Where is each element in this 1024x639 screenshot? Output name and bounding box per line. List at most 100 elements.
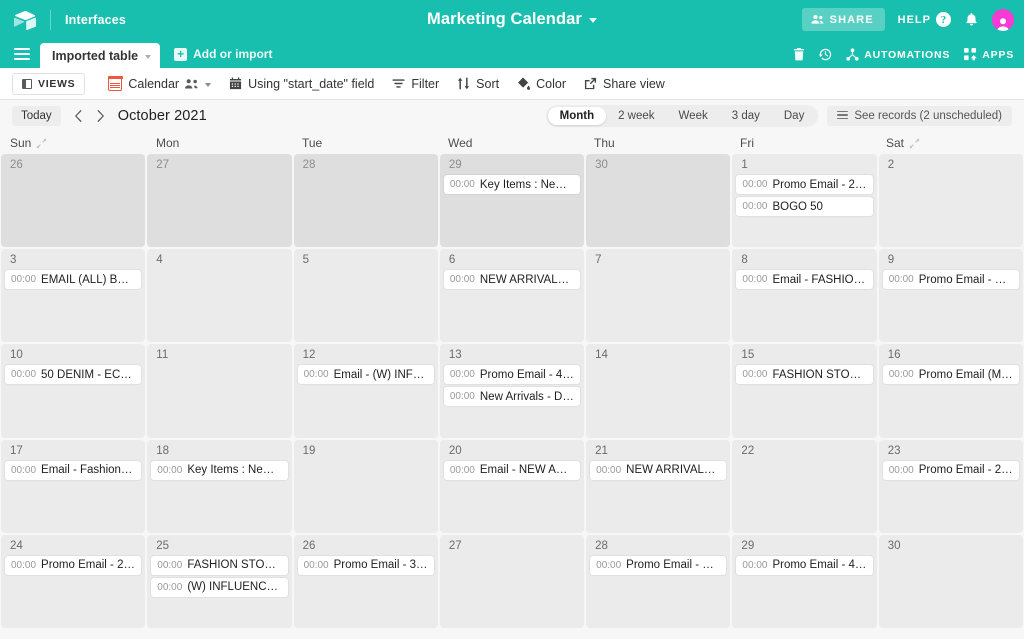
calendar-event[interactable]: 00:00Promo Email - 40... [444, 365, 580, 384]
calendar-day-cell[interactable]: 1700:00Email - Fashion St... [1, 440, 145, 533]
notification-bell-icon[interactable] [964, 12, 979, 27]
mode-3day[interactable]: 3 day [720, 107, 772, 125]
calendar-event[interactable]: 00:00Email - NEW ARRI... [444, 461, 580, 480]
calendar-event[interactable]: 00:00Promo Email - 25... [883, 461, 1019, 480]
share-view-button[interactable]: Share view [575, 73, 674, 95]
calendar-day-cell[interactable]: 19 [294, 440, 438, 533]
calendar-event[interactable]: 00:00Promo Email - OU... [590, 556, 726, 575]
calendar-event[interactable]: 00:00EMAIL (ALL) BOG... [5, 270, 141, 289]
avatar[interactable] [992, 9, 1014, 31]
calendar-event[interactable]: 00:00FASHION STORY: ... [736, 365, 872, 384]
question-circle-icon[interactable]: ? [936, 12, 951, 27]
calendar-day-cell[interactable]: 30 [879, 535, 1023, 628]
calendar-day-cell[interactable]: 1000:0050 DENIM - ECO... [1, 344, 145, 437]
calendar-day-cell[interactable]: 1800:00Key Items : New A... [147, 440, 291, 533]
share-button[interactable]: SHARE [802, 8, 885, 31]
calendar-day-cell[interactable]: 1200:00Email - (W) INFLU... [294, 344, 438, 437]
history-clock-icon[interactable] [819, 48, 832, 61]
calendar-event[interactable]: 00:00Promo Email - OU... [883, 270, 1019, 289]
calendar-day-cell[interactable]: 2000:00Email - NEW ARRI... [440, 440, 584, 533]
apps-button[interactable]: APPS [964, 48, 1014, 61]
calendar-day-cell[interactable]: 1300:00Promo Email - 40...00:00New Arriv… [440, 344, 584, 437]
calendar-event[interactable]: 00:00Email - FASHION ... [736, 270, 872, 289]
calendar-day-cell[interactable]: 5 [294, 249, 438, 342]
chevron-down-icon[interactable] [145, 55, 151, 59]
event-title: Email - NEW ARRI... [480, 464, 574, 476]
calendar-day-cell[interactable]: 2900:00Promo Email - 40... [732, 535, 876, 628]
automations-button[interactable]: AUTOMATIONS [846, 48, 950, 61]
current-view-selector[interactable]: Calendar [99, 73, 220, 95]
calendar-day-cell[interactable]: 2800:00Promo Email - OU... [586, 535, 730, 628]
calendar-event[interactable]: 00:00Key Items : New A... [151, 461, 287, 480]
calendar-day-cell[interactable]: 2100:00NEW ARRIVALS (M) [586, 440, 730, 533]
day-number: 27 [449, 540, 580, 552]
interfaces-link[interactable]: Interfaces [65, 13, 126, 27]
chevron-down-icon[interactable] [205, 83, 211, 87]
filter-button[interactable]: Filter [383, 73, 448, 95]
calendar-event[interactable]: 00:00Promo Email - 30... [298, 556, 434, 575]
calendar-day-cell[interactable]: 2500:00FASHION STORY: ...00:00(W) INFLUE… [147, 535, 291, 628]
calendar-day-cell[interactable]: 7 [586, 249, 730, 342]
chevron-left-icon[interactable] [69, 106, 89, 126]
calendar-day-cell[interactable]: 26 [1, 154, 145, 247]
help-button[interactable]: HELP ? [898, 12, 951, 27]
calendar-day-cell[interactable]: 300:00EMAIL (ALL) BOG... [1, 249, 145, 342]
calendar-day-cell[interactable]: 2400:00Promo Email - 25... [1, 535, 145, 628]
calendar-event[interactable]: 00:00BOGO 50 [736, 197, 872, 216]
calendar-day-cell[interactable]: 2900:00Key Items : New A... [440, 154, 584, 247]
mode-month[interactable]: Month [548, 107, 606, 125]
resize-handle-icon[interactable] [909, 138, 920, 149]
calendar-day-cell[interactable]: 1500:00FASHION STORY: ... [732, 344, 876, 437]
calendar-event[interactable]: 00:00Promo Email - 40... [736, 556, 872, 575]
chevron-down-icon[interactable] [589, 18, 597, 23]
calendar-event[interactable]: 00:00(W) INFLUENCERS [151, 578, 287, 597]
sort-button[interactable]: Sort [448, 73, 508, 95]
calendar-day-cell[interactable]: 800:00Email - FASHION ... [732, 249, 876, 342]
calendar-event[interactable]: 00:00Email - Fashion St... [5, 461, 141, 480]
calendar-day-cell[interactable]: 27 [440, 535, 584, 628]
calendar-event[interactable]: 00:00Key Items : New A... [444, 175, 580, 194]
mode-2week[interactable]: 2 week [606, 107, 666, 125]
calendar-event[interactable]: 00:00Promo Email (M) -... [883, 365, 1019, 384]
calendar-event[interactable]: 00:00New Arrivals - De... [444, 387, 580, 406]
today-button[interactable]: Today [12, 106, 61, 126]
views-button[interactable]: VIEWS [12, 73, 85, 95]
calendar-day-cell[interactable]: 28 [294, 154, 438, 247]
page-title[interactable]: Marketing Calendar [427, 10, 582, 29]
calendar-event[interactable]: 00:00NEW ARRIVALS (M) [444, 270, 580, 289]
calendar-day-cell[interactable]: 2600:00Promo Email - 30... [294, 535, 438, 628]
calendar-day-cell[interactable]: 11 [147, 344, 291, 437]
calendar-event[interactable]: 00:00NEW ARRIVALS (M) [590, 461, 726, 480]
tab-imported-table[interactable]: Imported table [40, 43, 160, 68]
color-button[interactable]: Color [508, 73, 575, 95]
mode-day[interactable]: Day [772, 107, 816, 125]
calendar-day-cell[interactable]: 27 [147, 154, 291, 247]
see-records-button[interactable]: See records (2 unscheduled) [827, 106, 1012, 126]
calendar-day-cell[interactable]: 1600:00Promo Email (M) -... [879, 344, 1023, 437]
resize-handle-icon[interactable] [36, 138, 47, 149]
calendar-day-cell[interactable]: 100:00Promo Email - 25...00:00BOGO 50 [732, 154, 876, 247]
calendar-event[interactable]: 00:00Email - (W) INFLU... [298, 365, 434, 384]
mode-week[interactable]: Week [667, 107, 720, 125]
calendar-day-cell[interactable]: 4 [147, 249, 291, 342]
calendar-event[interactable]: 00:00FASHION STORY: ... [151, 556, 287, 575]
calendar-day-cell[interactable]: 2 [879, 154, 1023, 247]
day-number: 6 [449, 254, 580, 266]
add-or-import-button[interactable]: + Add or import [174, 47, 272, 61]
hamburger-menu-icon[interactable] [14, 48, 30, 60]
calendar-day-cell[interactable]: 6 00:00NEW ARRIVALS (M) [440, 249, 584, 342]
calendar-event[interactable]: 00:00Promo Email - 25... [736, 175, 872, 194]
calendar-event[interactable]: 00:00Promo Email - 25... [5, 556, 141, 575]
calendar-day-cell[interactable]: 900:00Promo Email - OU... [879, 249, 1023, 342]
day-number: 30 [595, 159, 726, 171]
trash-icon[interactable] [793, 48, 805, 61]
calendar-event[interactable]: 00:0050 DENIM - ECO... [5, 365, 141, 384]
calendar-day-cell[interactable]: 14 [586, 344, 730, 437]
date-field-selector[interactable]: Using "start_date" field [220, 73, 383, 95]
chevron-right-icon[interactable] [90, 106, 110, 126]
event-time: 00:00 [157, 582, 182, 593]
calendar-day-cell[interactable]: 30 [586, 154, 730, 247]
airtable-logo-icon[interactable] [12, 7, 38, 33]
calendar-day-cell[interactable]: 2300:00Promo Email - 25... [879, 440, 1023, 533]
calendar-day-cell[interactable]: 22 [732, 440, 876, 533]
